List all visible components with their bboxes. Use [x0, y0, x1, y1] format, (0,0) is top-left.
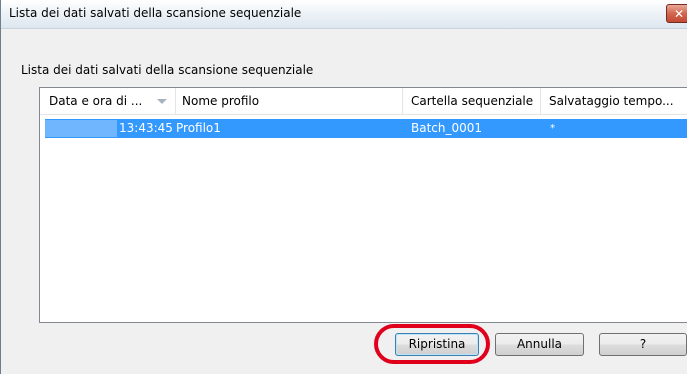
saved-data-list[interactable]: Data e ora di ... Nome profilo Cartella … — [39, 87, 687, 323]
sort-descending-icon — [157, 99, 167, 104]
cell-temporary-save: * — [550, 123, 555, 134]
column-header-temporary-save[interactable]: Salvataggio tempo... — [541, 88, 687, 114]
title-bar: Lista dei dati salvati della scansione s… — [1, 0, 687, 29]
window-title: Lista dei dati salvati della scansione s… — [9, 6, 302, 20]
dialog-window: Lista dei dati salvati della scansione s… — [0, 0, 687, 374]
column-header-profile-name[interactable]: Nome profilo — [176, 88, 403, 114]
column-header-label: Data e ora di ... — [49, 94, 143, 108]
close-icon: ✕ — [674, 6, 685, 21]
list-row-selected[interactable]: 13:43:45 Profilo1 Batch_0001 * — [45, 119, 687, 138]
column-header-label: Nome profilo — [182, 94, 260, 108]
help-button[interactable]: ? — [599, 333, 687, 356]
column-header-batch-folder[interactable]: Cartella sequenziale — [403, 88, 541, 114]
cell-time: 13:43:45 — [119, 121, 173, 135]
close-button[interactable]: ✕ — [666, 4, 687, 23]
restore-button[interactable]: Ripristina — [395, 333, 479, 356]
list-label: Lista dei dati salvati della scansione s… — [21, 63, 314, 77]
cancel-button[interactable]: Annulla — [495, 333, 584, 356]
column-header-label: Cartella sequenziale — [411, 94, 534, 108]
cell-profile-name: Profilo1 — [176, 121, 221, 135]
column-header-label: Salvataggio tempo... — [549, 94, 674, 108]
list-header: Data e ora di ... Nome profilo Cartella … — [40, 88, 687, 115]
cell-batch-folder: Batch_0001 — [411, 121, 483, 135]
redacted-date — [45, 120, 117, 137]
column-header-date-time[interactable]: Data e ora di ... — [40, 88, 176, 114]
